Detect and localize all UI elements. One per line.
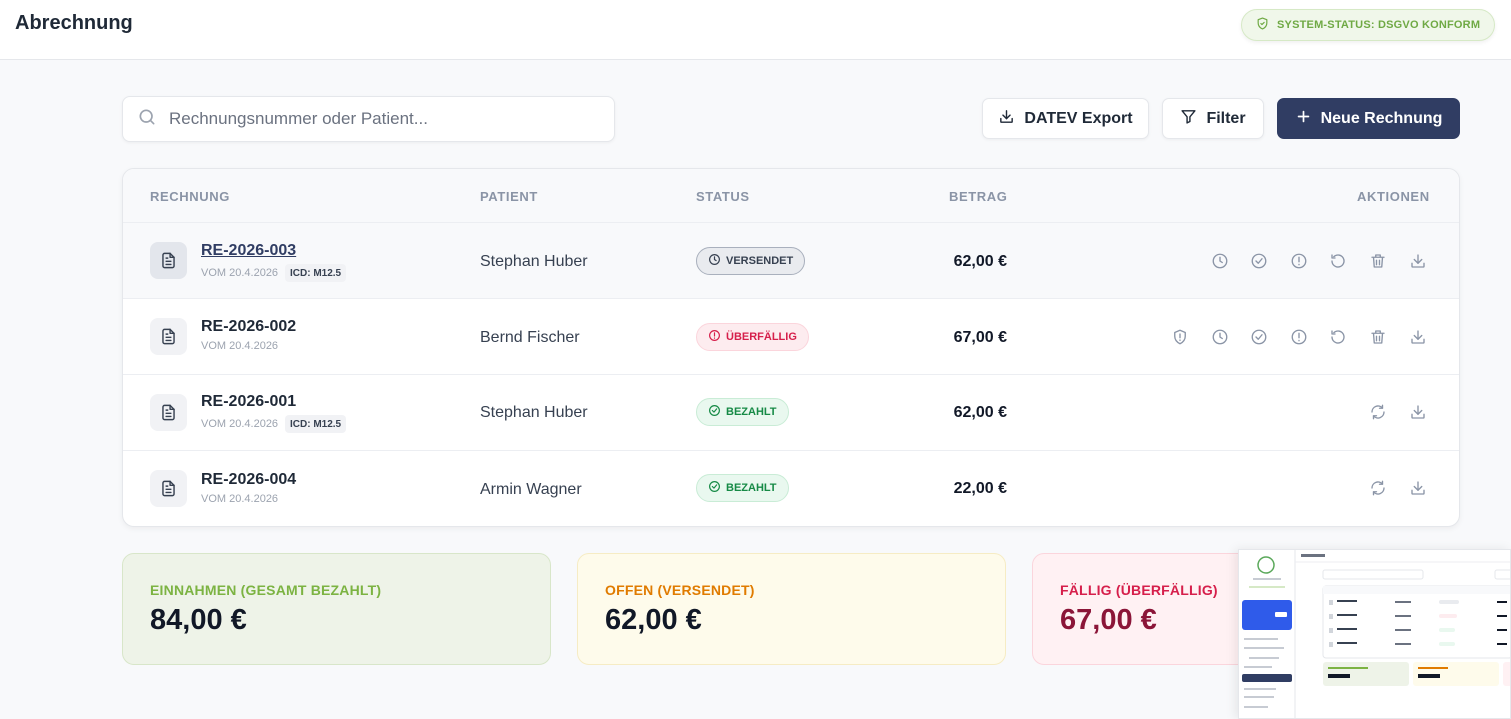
refresh-icon[interactable]: [1367, 477, 1389, 499]
invoice-date: VOM 20.4.2026: [201, 267, 279, 279]
datev-export-label: DATEV Export: [1024, 109, 1133, 127]
invoice-amount: 62,00 €: [953, 404, 1007, 421]
due-label: FÄLLIG (ÜBERFÄLLIG): [1060, 582, 1218, 598]
refresh-icon[interactable]: [1367, 401, 1389, 423]
document-icon: [150, 394, 187, 431]
invoice-number-link[interactable]: RE-2026-002: [201, 318, 296, 336]
open-value: 62,00 €: [605, 604, 702, 636]
invoice-number-link[interactable]: RE-2026-004: [201, 471, 296, 489]
datev-export-button[interactable]: DATEV Export: [982, 98, 1149, 139]
download-icon[interactable]: [1407, 477, 1429, 499]
icd-badge: ICD: M12.5: [285, 415, 347, 433]
new-invoice-label: Neue Rechnung: [1320, 109, 1443, 127]
icd-badge: ICD: M12.5: [285, 264, 347, 282]
system-status-text: SYSTEM-STATUS: DSGVO KONFORM: [1277, 19, 1481, 31]
open-summary-card: OFFEN (VERSENDET) 62,00 €: [577, 553, 1006, 665]
invoice-number-link[interactable]: RE-2026-003: [201, 242, 296, 260]
check-circle-icon: [708, 404, 721, 420]
status-text: BEZAHLT: [726, 482, 777, 494]
patient-name: Armin Wagner: [480, 481, 582, 498]
download-icon[interactable]: [1407, 250, 1429, 272]
invoice-date: VOM 20.4.2026: [201, 493, 279, 505]
mark-paid-check-circle-icon[interactable]: [1248, 326, 1270, 348]
document-icon: [150, 242, 187, 279]
table-row[interactable]: RE-2026-003 VOM 20.4.2026 ICD: M12.5 Ste…: [123, 223, 1459, 299]
document-icon: [150, 470, 187, 507]
status-text: VERSENDET: [726, 255, 794, 267]
alert-circle-icon: [708, 329, 721, 345]
new-invoice-button[interactable]: Neue Rechnung: [1277, 98, 1460, 139]
patient-name: Stephan Huber: [480, 404, 588, 421]
search-icon: [137, 107, 157, 132]
invoice-amount: 22,00 €: [953, 480, 1007, 497]
system-status-badge: SYSTEM-STATUS: DSGVO KONFORM: [1241, 9, 1496, 41]
trash-icon[interactable]: [1367, 326, 1389, 348]
document-icon: [150, 318, 187, 355]
mark-sent-clock-icon[interactable]: [1209, 326, 1231, 348]
open-label: OFFEN (VERSENDET): [605, 582, 755, 598]
status-text: BEZAHLT: [726, 406, 777, 418]
status-badge-overdue: ÜBERFÄLLIG: [696, 323, 809, 351]
invoice-table: RECHNUNG PATIENT STATUS BETRAG AKTIONEN …: [122, 168, 1460, 527]
status-badge-paid: BEZAHLT: [696, 398, 789, 426]
invoice-date: VOM 20.4.2026: [201, 418, 279, 430]
column-header-actions: AKTIONEN: [1357, 189, 1430, 204]
income-summary-card: EINNAHMEN (GESAMT BEZAHLT) 84,00 €: [122, 553, 551, 665]
mark-paid-check-circle-icon[interactable]: [1248, 250, 1270, 272]
undo-icon[interactable]: [1327, 326, 1349, 348]
column-header-patient: PATIENT: [480, 189, 538, 204]
shield-check-icon: [1256, 17, 1269, 33]
income-label: EINNAHMEN (GESAMT BEZAHLT): [150, 582, 382, 598]
mark-overdue-alert-circle-icon[interactable]: [1288, 250, 1310, 272]
status-badge-sent: VERSENDET: [696, 247, 806, 275]
shield-alert-icon[interactable]: [1169, 326, 1191, 348]
invoice-number-link[interactable]: RE-2026-001: [201, 393, 296, 411]
filter-button[interactable]: Filter: [1162, 98, 1264, 139]
column-header-status: STATUS: [696, 189, 750, 204]
due-value: 67,00 €: [1060, 604, 1157, 636]
mark-sent-clock-icon[interactable]: [1209, 250, 1231, 272]
top-bar: Abrechnung SYSTEM-STATUS: DSGVO KONFORM: [0, 0, 1511, 60]
patient-name: Stephan Huber: [480, 253, 588, 270]
trash-icon[interactable]: [1367, 250, 1389, 272]
download-icon: [998, 108, 1015, 130]
filter-icon: [1180, 108, 1197, 130]
clock-icon: [708, 253, 721, 269]
patient-name: Bernd Fischer: [480, 329, 580, 346]
table-header: RECHNUNG PATIENT STATUS BETRAG AKTIONEN: [123, 169, 1459, 223]
undo-icon[interactable]: [1327, 250, 1349, 272]
filter-label: Filter: [1206, 109, 1246, 127]
search-box[interactable]: [122, 96, 615, 142]
table-row[interactable]: RE-2026-004 VOM 20.4.2026 Armin Wagner B…: [123, 451, 1459, 526]
income-value: 84,00 €: [150, 604, 247, 636]
invoice-date: VOM 20.4.2026: [201, 340, 279, 352]
download-icon[interactable]: [1407, 401, 1429, 423]
screenshot-preview-thumbnail[interactable]: [1238, 549, 1511, 719]
status-badge-paid: BEZAHLT: [696, 474, 789, 502]
search-input[interactable]: [169, 109, 589, 129]
table-row[interactable]: RE-2026-001 VOM 20.4.2026 ICD: M12.5 Ste…: [123, 375, 1459, 451]
download-icon[interactable]: [1407, 326, 1429, 348]
column-header-invoice: RECHNUNG: [150, 189, 230, 204]
invoice-amount: 67,00 €: [953, 329, 1007, 346]
mark-overdue-alert-circle-icon[interactable]: [1288, 326, 1310, 348]
plus-icon: [1295, 108, 1312, 130]
check-circle-icon: [708, 480, 721, 496]
table-row[interactable]: RE-2026-002 VOM 20.4.2026 Bernd Fischer …: [123, 299, 1459, 375]
page-title: Abrechnung: [15, 12, 133, 34]
status-text: ÜBERFÄLLIG: [726, 331, 797, 343]
invoice-amount: 62,00 €: [953, 253, 1007, 270]
column-header-amount: BETRAG: [949, 189, 1008, 204]
